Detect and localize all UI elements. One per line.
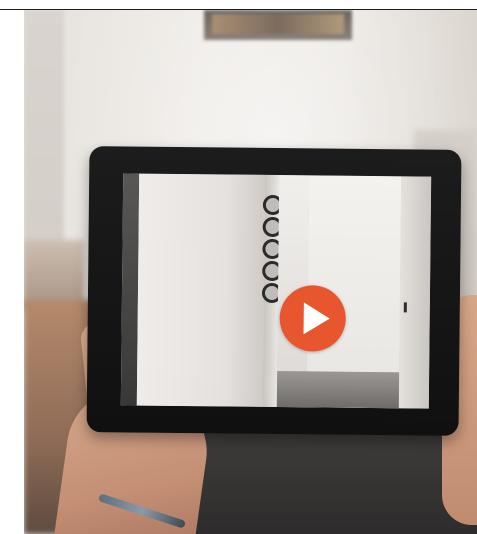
person-lap xyxy=(194,430,477,534)
tablet xyxy=(86,146,462,436)
play-button[interactable] xyxy=(279,285,347,352)
wall-picture-inner xyxy=(212,14,344,34)
door-knob xyxy=(403,302,407,313)
hallway-floor xyxy=(276,371,408,409)
stage xyxy=(0,0,477,534)
wall-picture xyxy=(204,10,352,40)
play-icon xyxy=(303,302,330,335)
video-thumbnail[interactable] xyxy=(120,173,432,409)
room-near-door xyxy=(136,173,266,407)
room-right-door xyxy=(398,176,432,409)
